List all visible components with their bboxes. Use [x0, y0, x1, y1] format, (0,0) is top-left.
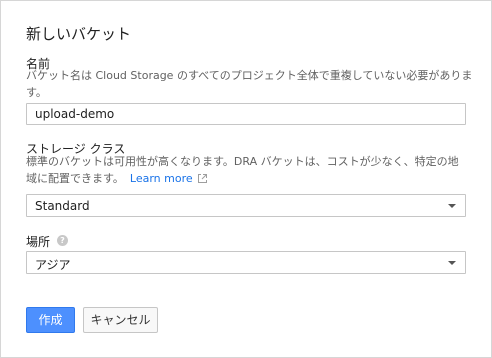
- storage-class-description: 標準のバケットは可用性が高くなります。DRA バケットは、コストが少なく、特定の…: [26, 153, 468, 187]
- help-icon[interactable]: ?: [57, 235, 68, 246]
- create-bucket-dialog: 新しいバケット 名前 バケット名は Cloud Storage のすべてのプロジ…: [0, 0, 492, 358]
- storage-class-description-line2-text: 域に配置できます。: [26, 172, 124, 185]
- storage-class-description-line2: 域に配置できます。 Learn more: [26, 170, 468, 187]
- location-label: 場所: [26, 235, 51, 249]
- cancel-button[interactable]: キャンセル: [83, 307, 158, 333]
- location-select[interactable]: アジア: [26, 251, 466, 274]
- name-description-line1: バケット名は Cloud Storage のすべてのプロジェクト全体で重複してい…: [26, 69, 473, 82]
- storage-class-selected: Standard: [35, 199, 90, 213]
- bucket-name-input[interactable]: [26, 103, 466, 125]
- chevron-down-icon: [448, 261, 456, 265]
- external-link-icon[interactable]: [197, 173, 208, 184]
- name-description: バケット名は Cloud Storage のすべてのプロジェクト全体で重複してい…: [26, 67, 473, 101]
- location-selected: アジア: [35, 258, 71, 272]
- name-description-line2: す。: [26, 86, 47, 99]
- storage-class-description-line1: 標準のバケットは可用性が高くなります。DRA バケットは、コストが少なく、特定の…: [26, 155, 459, 168]
- chevron-down-icon: [448, 204, 456, 208]
- learn-more-link[interactable]: Learn more: [130, 172, 193, 185]
- dialog-title: 新しいバケット: [26, 25, 132, 43]
- create-button[interactable]: 作成: [26, 307, 75, 333]
- storage-class-select[interactable]: Standard: [26, 194, 466, 217]
